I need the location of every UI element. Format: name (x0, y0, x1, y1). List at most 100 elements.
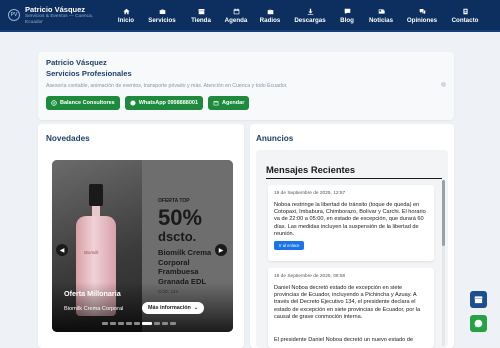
button-label: Balance Consultores (60, 100, 115, 106)
nav-blog[interactable]: Blog (339, 0, 355, 32)
nav-label: Blog (340, 17, 354, 24)
nav-descargas[interactable]: Descargas (294, 0, 326, 32)
brand-name: Patricio Vásquez (25, 4, 86, 14)
status-dot (441, 82, 446, 87)
slide-subcaption: Biomilk Crema Corporal (64, 306, 124, 312)
button-label: Agendar (222, 100, 245, 106)
chevron-right-icon: ▶ (218, 247, 224, 254)
brand-subtitle-2: Ecuador (25, 19, 43, 25)
carousel-dot[interactable] (110, 322, 116, 325)
message-card: 16 de Septiembre de 2025, 08:58 Daniel N… (268, 268, 434, 348)
briefcase-icon (159, 9, 165, 14)
message-body: Daniel Noboa decretó estado de excepción… (274, 285, 421, 320)
nav-label: Agenda (224, 17, 248, 24)
hero-name: Patricio Vásquez (46, 58, 107, 67)
message-body-continued: El presidente Daniel Noboa decretó un nu… (274, 337, 414, 343)
nav-contacto[interactable]: Contacto (450, 0, 480, 32)
anuncios-card: Anuncios Mensajes Recientes 19 de Septie… (250, 124, 454, 348)
divider (266, 178, 442, 179)
button-label: Más información (148, 305, 191, 311)
novedades-card: Novedades Biomilk OFERTA TOP 50% dscto. … (38, 124, 244, 348)
download-icon (307, 8, 313, 15)
nav-label: Noticias (368, 17, 394, 24)
whatsapp-icon (474, 319, 483, 328)
carousel-dot[interactable] (162, 322, 168, 325)
hero-description: Asesoría contable, animación de eventos,… (46, 83, 288, 89)
message-date: 16 de Septiembre de 2025, 08:58 (274, 274, 346, 279)
hero-buttons: Balance Consultores WhatsApp 0998888001 … (46, 96, 250, 110)
comments-icon (419, 9, 425, 15)
logo-icon: PV (8, 8, 20, 21)
nav-label: Tienda (191, 17, 211, 24)
carousel-dot[interactable] (154, 322, 160, 325)
brand[interactable]: PV Patricio Vásquez Servicios & Eventos … (0, 5, 115, 26)
nav-inicio[interactable]: Inicio (116, 0, 136, 32)
slide-caption: Oferta Millonaria (64, 289, 121, 298)
contact-card-icon (462, 8, 468, 15)
nav-tienda[interactable]: Tienda (189, 0, 213, 32)
whatsapp-icon (130, 100, 136, 106)
carousel-dot[interactable] (102, 322, 108, 325)
messages-panel[interactable]: Mensajes Recientes 19 de Septiembre de 2… (256, 150, 448, 348)
calendar-icon (213, 101, 219, 106)
newspaper-icon (378, 9, 385, 14)
whatsapp-button[interactable]: WhatsApp 0998888001 (124, 96, 204, 110)
nav-opiniones[interactable]: Opiniones (406, 0, 438, 32)
more-info-button[interactable]: Más información ⌄ (142, 302, 205, 314)
balance-consultores-button[interactable]: Balance Consultores (46, 96, 120, 110)
carousel-dot[interactable] (142, 322, 152, 325)
nav-label: Inicio (117, 17, 135, 24)
messages-title: Mensajes Recientes (266, 164, 356, 175)
offer-product-line: Corporal (158, 257, 190, 267)
carousel-next-button[interactable]: ▶ (215, 244, 227, 256)
radio-icon (267, 8, 273, 15)
message-date: 19 de Septiembre de 2025, 12:57 (274, 191, 346, 196)
button-label: Ir al enlace (279, 243, 300, 248)
floating-whatsapp-button[interactable] (470, 315, 487, 332)
anuncios-title: Anuncios (256, 134, 294, 143)
store-icon (474, 296, 483, 304)
home-icon (122, 8, 130, 15)
message-link-button[interactable]: Ir al enlace (274, 241, 305, 250)
nav-agenda[interactable]: Agenda (224, 0, 248, 32)
message-body: Noboa restringe la libertad de tránsito … (274, 202, 426, 237)
novedades-title: Novedades (46, 134, 90, 143)
nav-label: Descargas (294, 17, 326, 24)
offer-dscto: dscto. (158, 229, 197, 244)
nav-label: Contacto (451, 17, 479, 24)
chevron-left-icon: ◀ (59, 247, 65, 254)
hero-title: Servicios Profesionales (46, 69, 132, 78)
carousel-indicators (102, 322, 176, 325)
floating-store-button[interactable] (470, 291, 487, 308)
chevron-down-icon: ⌄ (193, 305, 199, 311)
nav-noticias[interactable]: Noticias (367, 0, 395, 32)
offer-percent: 50% (158, 205, 203, 230)
carousel[interactable]: Biomilk OFERTA TOP 50% dscto. Biomilk Cr… (52, 160, 233, 332)
nav-radios[interactable]: Radios (259, 0, 281, 32)
offer-product-line: Frambuesa (158, 267, 199, 276)
rss-icon (344, 8, 350, 15)
nav-label: Servicios (148, 17, 176, 24)
nav-servicios[interactable]: Servicios (147, 0, 177, 32)
nav-label: Opiniones (406, 17, 438, 24)
calendar-icon (233, 8, 239, 15)
carousel-prev-button[interactable]: ◀ (56, 244, 68, 256)
carousel-dot[interactable] (134, 322, 140, 325)
bottle-label: Biomilk (84, 250, 99, 255)
scrollbar[interactable] (442, 180, 445, 346)
scrollbar-thumb[interactable] (442, 180, 445, 246)
button-label: WhatsApp 0998888001 (138, 100, 199, 106)
top-navbar: PV Patricio Vásquez Servicios & Eventos … (0, 0, 500, 32)
message-card: 19 de Septiembre de 2025, 12:57 Noboa re… (268, 185, 434, 261)
carousel-dot[interactable] (118, 322, 124, 325)
hero-card: Patricio Vásquez Servicios Profesionales… (38, 52, 454, 120)
agendar-button[interactable]: Agendar (208, 96, 250, 110)
carousel-dot[interactable] (126, 322, 132, 325)
offer-top-text: OFERTA TOP (158, 198, 190, 204)
main-nav: Inicio Servicios Tienda Agenda Radios De… (114, 0, 500, 32)
carousel-dot[interactable] (170, 322, 176, 325)
nav-label: Radios (259, 17, 281, 24)
globe-icon (51, 100, 57, 106)
store-icon (197, 9, 205, 15)
bottle-pump (89, 184, 103, 206)
